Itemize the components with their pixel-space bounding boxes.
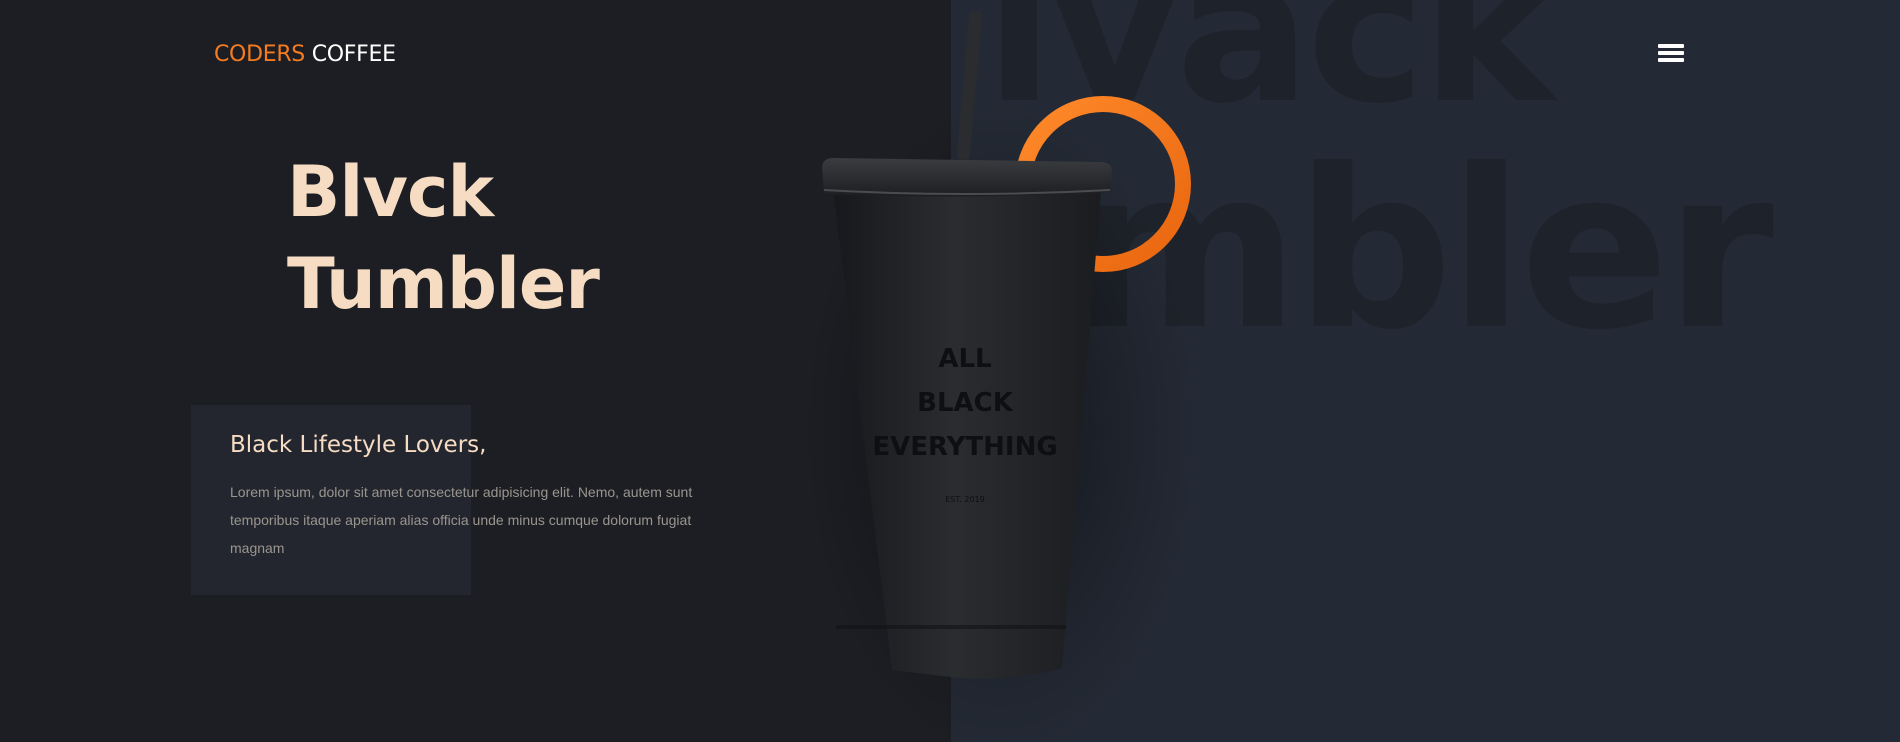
logo-coders: CODERS <box>214 42 305 67</box>
menu-bar-middle <box>1658 51 1684 55</box>
tumbler-base-band <box>836 625 1067 629</box>
menu-bar-bottom <box>1658 58 1684 62</box>
tumbler-image: ALL BLACK EVERYTHING EST. 2019 <box>800 10 1200 742</box>
tumbler-print-line-2: BLACK <box>917 388 1014 418</box>
hero-title-line-2: Tumbler <box>287 243 600 325</box>
info-heading: Black Lifestyle Lovers, <box>230 432 487 458</box>
tumbler-print-line-3: EVERYTHING <box>872 432 1057 462</box>
logo-coffee: COFFEE <box>311 42 396 67</box>
menu-bar-top <box>1658 44 1684 48</box>
hamburger-menu-icon[interactable] <box>1658 44 1686 66</box>
hero-title: Blvck Tumbler <box>287 146 600 330</box>
hero-title-line-1: Blvck <box>287 151 494 233</box>
tumbler-print-line-1: ALL <box>938 344 991 374</box>
info-description: Lorem ipsum, dolor sit amet consectetur … <box>230 484 693 556</box>
site-logo[interactable]: CODERS COFFEE <box>214 42 396 67</box>
tumbler-lid <box>822 158 1112 197</box>
tumbler-print-small: EST. 2019 <box>945 495 985 504</box>
hero-section: lvack mbler CODERS COFFEE Blvck Tumbler … <box>0 0 1900 742</box>
